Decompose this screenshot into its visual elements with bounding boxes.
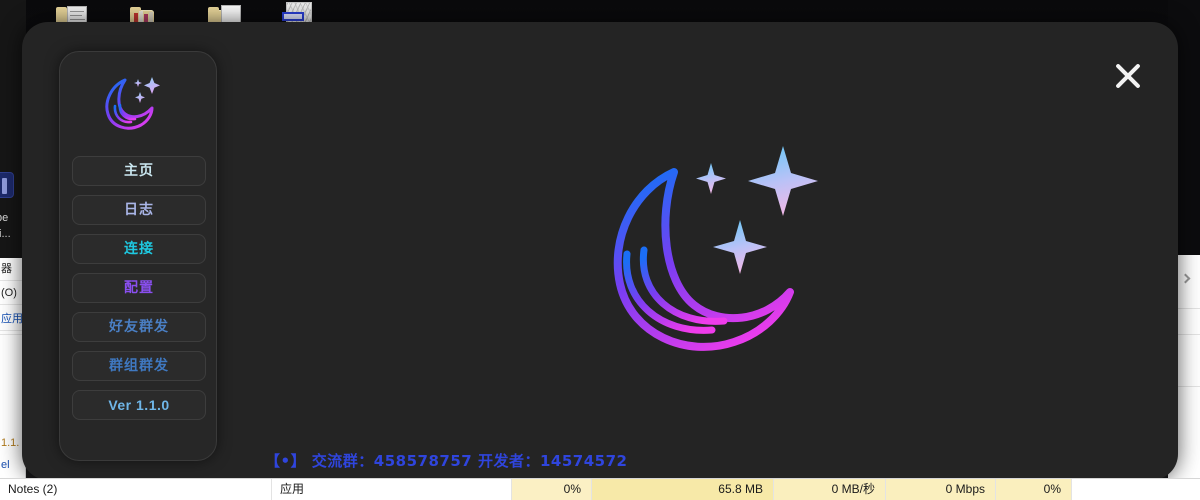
sidebar-item-home[interactable]: 主页 <box>72 156 206 186</box>
tm-cell-name[interactable]: Notes (2) <box>0 479 272 500</box>
sidebar-nav: 主页 日志 连接 配置 好友群发 群组群发 Ver 1.1.0 <box>60 156 216 420</box>
background-label-1: be <box>0 212 9 224</box>
highlight-box-icon <box>282 12 304 21</box>
screen-root: be ti... 器 (O) 应用度 1.1. el <box>0 0 1200 500</box>
tm-cell-cpu: 0% <box>512 479 592 500</box>
sidebar-item-connect[interactable]: 连接 <box>72 234 206 264</box>
sidebar-item-friend-mass[interactable]: 好友群发 <box>72 312 206 342</box>
sidebar: 主页 日志 连接 配置 好友群发 群组群发 Ver 1.1.0 <box>59 51 217 461</box>
app-modal-window: 主页 日志 连接 配置 好友群发 群组群发 Ver 1.1.0 【•】 交流群：… <box>22 22 1178 480</box>
sidebar-item-version[interactable]: Ver 1.1.0 <box>72 390 206 420</box>
tm-cell-empty <box>1072 479 1200 500</box>
main-logo-crescent-moon-sparkle-icon <box>582 142 862 402</box>
tm-cell-memory: 65.8 MB <box>592 479 774 500</box>
chevron-right-icon[interactable] <box>1180 273 1191 284</box>
close-icon[interactable] <box>1110 58 1146 94</box>
tm-cell-network: 0 Mbps <box>886 479 996 500</box>
tm-cell-gpu: 0% <box>996 479 1072 500</box>
sidebar-item-logs[interactable]: 日志 <box>72 195 206 225</box>
sidebar-item-config[interactable]: 配置 <box>72 273 206 303</box>
background-app-tile-icon <box>0 172 14 198</box>
task-manager-row: Notes (2) 应用 0% 65.8 MB 0 MB/秒 0 Mbps 0% <box>0 478 1200 500</box>
tm-cell-disk: 0 MB/秒 <box>774 479 886 500</box>
sidebar-item-group-mass[interactable]: 群组群发 <box>72 351 206 381</box>
footer-contact-info: 【•】 交流群：458578757 开发者：14574572 <box>265 452 628 470</box>
tm-cell-type: 应用 <box>272 479 512 500</box>
background-label-2: ti... <box>0 228 11 240</box>
sidebar-logo-crescent-moon-sparkle-icon <box>93 72 183 144</box>
